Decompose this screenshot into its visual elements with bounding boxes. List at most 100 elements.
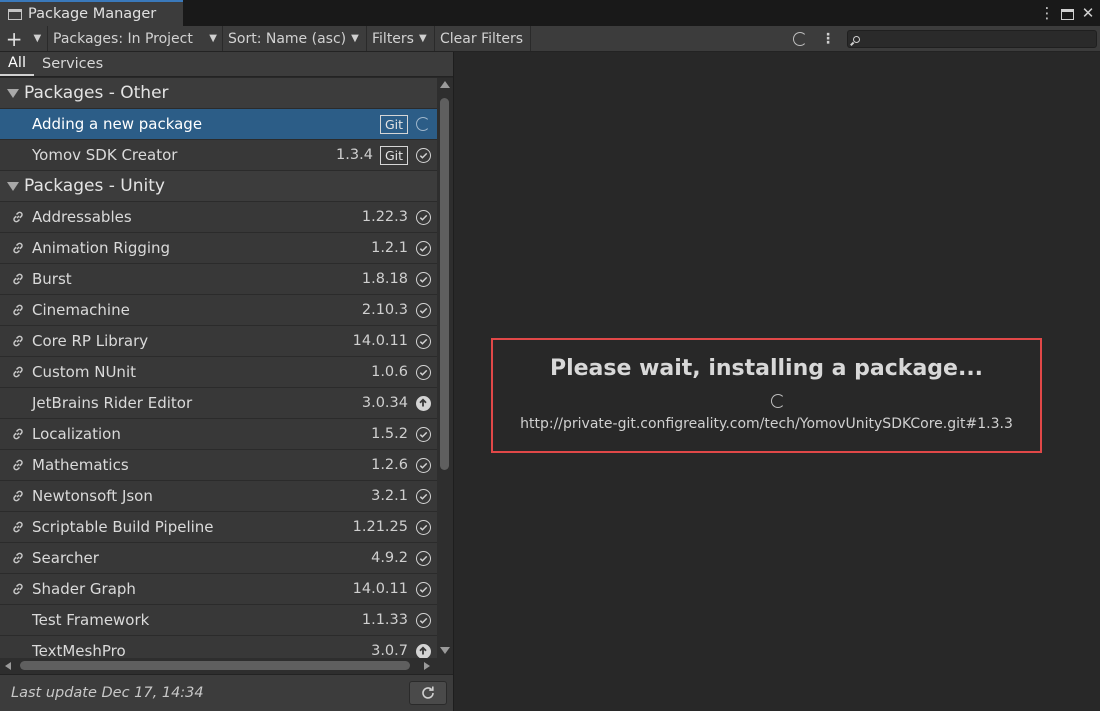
chevron-down-icon: ▼ [351,33,359,44]
search-input[interactable] [866,32,1086,46]
package-row[interactable]: Custom NUnit 1.0.6 [0,357,437,388]
dependency-link-icon [10,209,26,225]
scrollbar-thumb[interactable] [440,98,449,470]
package-status [415,488,431,504]
group-title: Packages - Other [24,83,169,103]
title-bar: Package Manager ⋮ ✕ [0,0,1100,26]
close-icon[interactable]: ✕ [1080,3,1096,23]
package-row[interactable]: Burst 1.8.18 [0,264,437,295]
package-row[interactable]: Shader Graph 14.0.11 [0,574,437,605]
group-title: Packages - Unity [24,176,165,196]
package-row[interactable]: Localization 1.5.2 [0,419,437,450]
package-name: Scriptable Build Pipeline [32,518,214,536]
package-row[interactable]: Cinemachine 2.10.3 [0,295,437,326]
package-version: 3.0.34 [361,395,408,411]
chevron-down-icon: ▼ [209,33,217,44]
more-options-icon[interactable]: ⋮ [1039,3,1055,23]
filter-tabs: All Services [0,52,453,77]
search-field[interactable] [847,30,1097,48]
package-row[interactable]: Searcher 4.9.2 [0,543,437,574]
package-status [415,519,431,535]
dependency-link-icon [10,457,26,473]
package-version: 1.21.25 [352,519,408,535]
package-name: Localization [32,425,121,443]
package-row[interactable]: Test Framework 1.1.33 [0,605,437,636]
installed-check-icon [415,364,431,380]
clear-filters-button[interactable]: Clear Filters [435,26,531,51]
package-status [415,395,431,411]
package-status [415,302,431,318]
window-controls: ⋮ ✕ [1039,3,1096,23]
add-package-button[interactable]: + ▼ [0,26,48,51]
package-status [415,364,431,380]
maximize-icon[interactable] [1061,8,1074,20]
git-badge: Git [379,114,408,134]
package-version: 1.0.6 [371,364,408,380]
vertical-scrollbar[interactable] [437,78,453,658]
expand-triangle-icon[interactable] [7,181,19,191]
scope-dropdown[interactable]: Packages: In Project ▼ [48,26,223,51]
package-version: 1.5.2 [371,426,408,442]
package-row[interactable]: JetBrains Rider Editor 3.0.34 [0,388,437,419]
scroll-right-arrow-icon[interactable] [424,662,430,670]
git-badge: Git [379,145,408,165]
installed-check-icon [415,550,431,566]
package-name: Custom NUnit [32,363,136,381]
package-row[interactable]: Mathematics 1.2.6 [0,450,437,481]
expand-triangle-icon[interactable] [7,88,19,98]
package-name: Adding a new package [32,115,203,133]
package-name: Newtonsoft Json [32,487,153,505]
package-status [415,643,431,658]
package-status [415,271,431,287]
dependency-link-icon [10,550,26,566]
chevron-down-icon: ▼ [418,33,427,44]
package-row[interactable]: Adding a new package Git [0,109,437,140]
package-row[interactable]: Addressables 1.22.3 [0,202,437,233]
package-version: 1.8.18 [361,271,408,287]
package-name: TextMeshPro [32,642,126,658]
package-status [415,457,431,473]
more-options-icon[interactable]: ⋮ [821,31,835,47]
package-list: Packages - Other Adding a new package Git… [0,78,437,658]
installed-check-icon [415,271,431,287]
last-update-text: Last update Dec 17, 14:34 [11,685,204,701]
package-name: JetBrains Rider Editor [32,394,193,412]
tab-services[interactable]: Services [34,52,111,76]
package-row[interactable]: Newtonsoft Json 3.2.1 [0,481,437,512]
package-name: Mathematics [32,456,129,474]
update-available-icon [415,643,431,658]
package-version: 1.3.4 [336,147,373,163]
package-row[interactable]: Scriptable Build Pipeline 1.21.25 [0,512,437,543]
scope-label: Packages: In Project [53,30,193,47]
package-status [415,612,431,628]
scroll-up-arrow-icon[interactable] [440,81,450,88]
package-status [415,581,431,597]
loading-spinner-icon [771,394,785,408]
package-row[interactable]: Animation Rigging 1.2.1 [0,233,437,264]
scrollbar-thumb[interactable] [20,661,410,670]
toolbar: + ▼ Packages: In Project ▼ Sort: Name (a… [0,26,1100,52]
package-version: 1.1.33 [361,612,408,628]
scroll-down-arrow-icon[interactable] [440,647,450,654]
group-header-unity[interactable]: Packages - Unity [0,171,437,202]
tab-all[interactable]: All [0,52,34,76]
horizontal-scrollbar[interactable] [0,658,437,674]
sort-dropdown[interactable]: Sort: Name (asc) ▼ [223,26,367,51]
package-name: Test Framework [32,611,150,629]
window-tab[interactable]: Package Manager [0,0,183,26]
refresh-button[interactable] [409,681,447,705]
package-row[interactable]: Core RP Library 14.0.11 [0,326,437,357]
sort-label: Sort: Name (asc) [228,30,347,47]
package-row[interactable]: TextMeshPro 3.0.7 [0,636,437,658]
dependency-link-icon [10,426,26,442]
loading-spinner-icon [793,32,807,46]
package-row[interactable]: Yomov SDK Creator 1.3.4 Git [0,140,437,171]
filters-dropdown[interactable]: Filters ▼ [367,26,435,51]
status-footer: Last update Dec 17, 14:34 [0,674,453,711]
dependency-link-icon [10,488,26,504]
loading-spinner-icon [416,117,430,131]
group-header-other[interactable]: Packages - Other [0,78,437,109]
scroll-left-arrow-icon[interactable] [5,662,11,670]
update-available-icon [415,395,431,411]
package-version: 3.0.7 [371,643,408,658]
